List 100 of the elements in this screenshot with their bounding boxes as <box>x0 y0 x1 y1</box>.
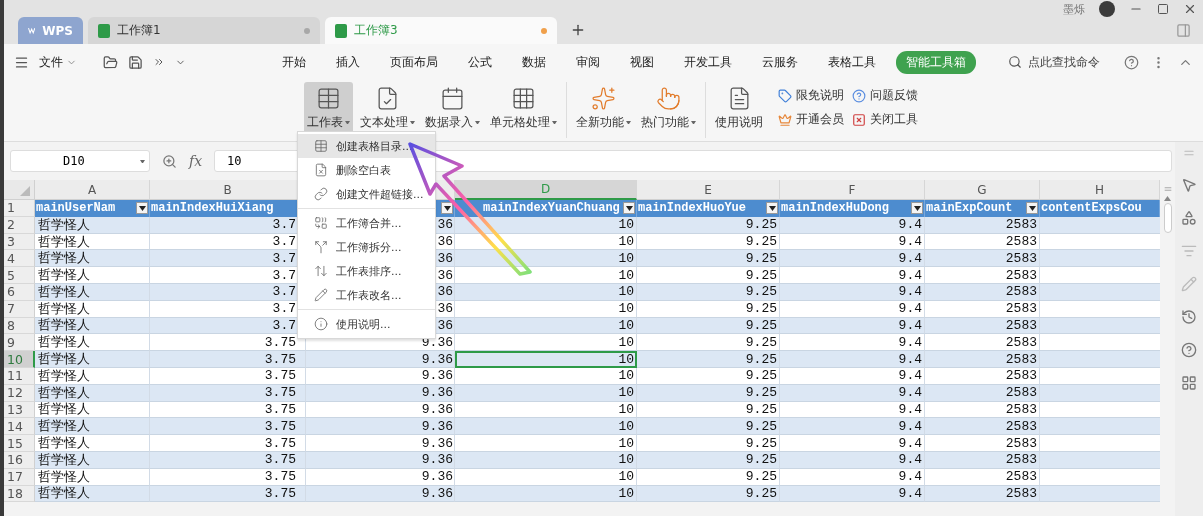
caret-icon <box>1028 205 1036 211</box>
help-icon[interactable] <box>1181 342 1197 358</box>
row-number[interactable]: 15 <box>4 435 35 452</box>
menu-icon[interactable] <box>14 54 29 70</box>
table-icon <box>316 86 341 111</box>
ribbon-tab[interactable]: 云服务 <box>752 50 808 74</box>
ribbon-button[interactable]: 单元格处理 <box>487 82 560 136</box>
column-header[interactable]: H <box>1040 180 1160 200</box>
column-header[interactable]: E <box>637 180 780 200</box>
filter-button[interactable] <box>766 202 778 215</box>
menu-item[interactable]: 工作簿拆分... <box>298 235 435 259</box>
column-header[interactable]: A <box>35 180 150 200</box>
more-icon[interactable] <box>153 56 165 68</box>
split-icon <box>314 240 328 254</box>
function-label[interactable]: fx <box>189 153 203 169</box>
table-cell: 3.75 <box>150 334 306 352</box>
row-number[interactable]: 14 <box>4 418 35 436</box>
help-icon <box>852 88 866 103</box>
menu-item[interactable]: 创建表格目录... <box>298 134 435 158</box>
filter-button[interactable] <box>136 202 148 215</box>
menu-item[interactable]: 删除空白表 <box>298 158 435 182</box>
user-name: 墨烁 <box>1063 1 1085 17</box>
header-cell: mainIndexHuDong <box>780 200 925 217</box>
file-menu[interactable]: 文件 <box>39 53 77 71</box>
table-cell: 3.75 <box>150 351 306 368</box>
new-tab-button[interactable] <box>570 22 586 38</box>
info-icon <box>314 317 328 331</box>
menu-item[interactable]: 创建文件超链接... <box>298 182 435 206</box>
ribbon-tab[interactable]: 页面布局 <box>380 50 448 74</box>
close-icon[interactable] <box>1183 2 1197 16</box>
menu-item[interactable]: 工作表排序... <box>298 259 435 283</box>
table-cell: 9.36 <box>306 435 455 452</box>
scroll-thumb[interactable] <box>1163 203 1172 233</box>
history-icon[interactable] <box>1181 309 1197 325</box>
header-cell: mainIndexHuoYue <box>637 200 780 217</box>
table-cell: 2583 <box>925 250 1040 268</box>
ribbon-tab[interactable]: 视图 <box>620 50 664 74</box>
ribbon-tab[interactable]: 数据 <box>512 50 556 74</box>
spreadsheet-icon <box>335 23 347 38</box>
ribbon-tab[interactable]: 开始 <box>272 50 316 74</box>
table-cell: 10 <box>455 351 637 368</box>
toolbar-button[interactable]: 限免说明 <box>778 88 844 103</box>
spreadsheet-icon <box>98 23 110 38</box>
ribbon-tab[interactable]: 开发工具 <box>674 50 742 74</box>
zoom-icon[interactable] <box>162 153 177 169</box>
table-cell: 哲学怪人 <box>35 334 150 352</box>
cursor-icon[interactable] <box>1181 177 1197 193</box>
table-cell: 9.25 <box>637 435 780 452</box>
row-number[interactable]: 5 <box>4 267 35 284</box>
ribbon-tab[interactable]: 审阅 <box>566 50 610 74</box>
calendar-icon <box>440 86 465 111</box>
ribbon-tab[interactable]: 插入 <box>326 50 370 74</box>
menu-item[interactable]: 工作表改名... <box>298 283 435 307</box>
table-cell: 10 <box>455 435 637 452</box>
crown-icon <box>778 112 792 127</box>
avatar[interactable] <box>1099 1 1115 17</box>
table-cell: 哲学怪人 <box>35 250 150 268</box>
filter-button[interactable] <box>1026 202 1038 215</box>
caret-icon <box>140 159 145 163</box>
ribbon-button[interactable]: 全新功能 <box>573 82 634 136</box>
toolbar-button[interactable]: 问题反馈 <box>852 88 918 103</box>
ribbon-button[interactable]: 热门功能 <box>638 82 699 136</box>
table-cell: 哲学怪人 <box>35 351 150 368</box>
column-header[interactable]: G <box>925 180 1040 200</box>
scroll-up-icon[interactable] <box>1164 196 1171 201</box>
document-tab[interactable]: 工作簿1 <box>88 17 320 44</box>
table-cell: 哲学怪人 <box>35 267 150 284</box>
help-icon[interactable] <box>1124 54 1139 70</box>
menu-item[interactable]: 使用说明... <box>298 312 435 336</box>
menu-item[interactable]: 工作簿合并... <box>298 211 435 235</box>
ribbon-tab[interactable]: 公式 <box>458 50 502 74</box>
header-cell: mainExpCount <box>925 200 1040 217</box>
tag-icon <box>778 88 792 103</box>
table-cell: 哲学怪人 <box>35 418 150 436</box>
filter-button[interactable] <box>441 202 453 215</box>
toolbar-button[interactable]: 关闭工具 <box>852 112 918 127</box>
table-cell: 9.36 <box>306 418 455 436</box>
shapes-icon[interactable] <box>1181 210 1197 226</box>
save-icon[interactable] <box>128 54 143 70</box>
column-header[interactable]: F <box>780 180 925 200</box>
document-tab[interactable]: 工作簿3 <box>325 17 557 44</box>
folder-icon[interactable] <box>103 54 118 70</box>
table-cell: 9.4 <box>780 250 925 268</box>
sort-icon <box>314 264 328 278</box>
hand-pointer-icon <box>656 86 681 111</box>
search-field[interactable]: 点此查找命令 <box>1026 54 1112 70</box>
filter-button[interactable] <box>623 202 635 215</box>
name-box[interactable]: D10 <box>10 150 150 172</box>
toolbar-button[interactable]: 开通会员 <box>778 112 844 127</box>
pencil-icon <box>314 288 328 302</box>
maximize-icon[interactable] <box>1157 3 1169 15</box>
ribbon-tab[interactable]: 表格工具 <box>818 50 886 74</box>
panel-icon[interactable] <box>1176 23 1191 38</box>
apps-icon[interactable] <box>1181 375 1197 391</box>
ribbon-button[interactable]: 使用说明 <box>712 82 766 136</box>
row-number[interactable]: 1 <box>4 200 35 217</box>
row-number[interactable]: 9 <box>4 334 35 352</box>
row-number[interactable]: 4 <box>4 250 35 268</box>
table-cell: 9.25 <box>637 334 780 352</box>
filter-button[interactable] <box>911 202 923 215</box>
